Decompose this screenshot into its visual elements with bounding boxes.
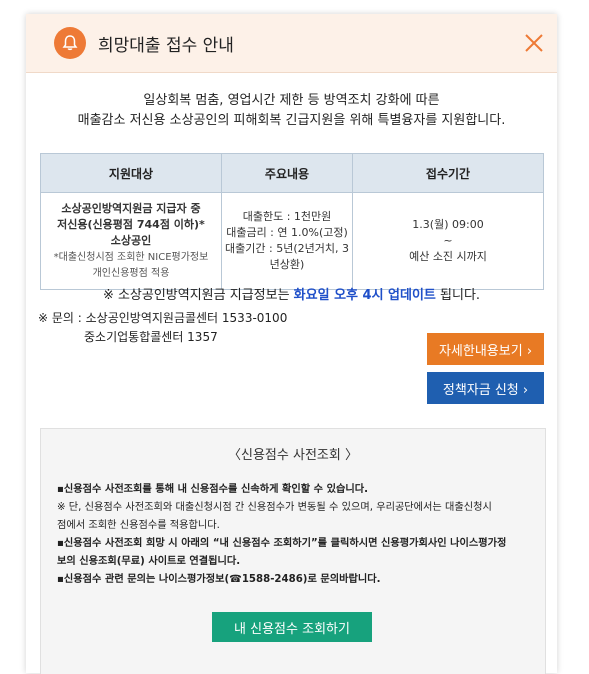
credit-line: ▪신용점수 사전조회 희망 시 아래의 “내 신용점수 조회하기”를 클릭하시면… xyxy=(57,538,507,549)
period-line: ~ xyxy=(443,234,453,247)
content-line: 대출한도 : 1천만원 xyxy=(242,210,332,223)
notice-highlight: 화요일 오후 4시 업데이트 xyxy=(293,288,436,303)
modal-header: 희망대출 접수 안내 xyxy=(26,14,557,73)
content-line: 년상환) xyxy=(269,258,305,271)
target-note: 개인신용평점 적용 xyxy=(92,268,170,279)
credit-line: ※ 단, 신용점수 사전조회와 대출신청시점 간 신용점수가 변동될 수 있으며… xyxy=(57,502,492,513)
header-content: 주요내용 xyxy=(221,153,353,193)
modal-title: 희망대출 접수 안내 xyxy=(98,36,234,56)
table-header-row: 지원대상 주요내용 접수기간 xyxy=(40,153,544,193)
contact-line: ※ 문의 : 소상공인방역지원금콜센터 1533-0100 xyxy=(38,311,288,325)
target-cell: 소상공인방역지원금 지급자 중 저신용(신용평점 744점 이하)* 소상공인 … xyxy=(40,192,222,290)
contact-line: 중소기업통합콜센터 1357 xyxy=(84,330,218,344)
target-line: 소상공인방역지원금 지급자 중 xyxy=(61,202,201,215)
period-line: 1.3(월) 09:00 xyxy=(412,218,484,231)
content-line: 대출금리 : 연 1.0%(고정) xyxy=(226,226,348,239)
credit-precheck-section: 〈신용점수 사전조회 〉 ▪신용점수 사전조회를 통해 내 신용점수를 신속하게… xyxy=(40,428,546,674)
check-credit-score-button[interactable]: 내 신용점수 조회하기 xyxy=(212,612,372,642)
credit-line: ▪신용점수 사전조회를 통해 내 신용점수를 신속하게 확인할 수 있습니다. xyxy=(57,484,368,495)
target-line: 저신용(신용평점 744점 이하)* xyxy=(57,218,205,231)
period-cell: 1.3(월) 09:00 ~ 예산 소진 시까지 xyxy=(352,192,544,290)
intro-line: 매출감소 저신용 소상공인의 피해회복 긴급지원을 위해 특별융자를 지원합니다… xyxy=(77,113,506,128)
intro-line: 일상회복 멈춤, 영업시간 제한 등 방역조치 강화에 따른 xyxy=(143,93,440,108)
bell-icon xyxy=(54,27,86,59)
content-cell: 대출한도 : 1천만원 대출금리 : 연 1.0%(고정) 대출기간 : 5년(… xyxy=(221,192,353,290)
close-icon[interactable] xyxy=(523,32,545,54)
credit-info-lines: ▪신용점수 사전조회를 통해 내 신용점수를 신속하게 확인할 수 있습니다. … xyxy=(57,481,537,589)
header-period: 접수기간 xyxy=(352,153,544,193)
notice-suffix: 됩니다. xyxy=(435,288,481,303)
update-notice: ※ 소상공인방역지원금 지급정보는 화요일 오후 4시 업데이트 됩니다. xyxy=(26,284,557,303)
target-note: *대출신청시점 조회한 NICE평가정보 xyxy=(53,252,209,263)
loan-info-table: 지원대상 주요내용 접수기간 소상공인방역지원금 지급자 중 저신용(신용평점 … xyxy=(40,153,544,290)
notice-prefix: ※ 소상공인방역지원금 지급정보는 xyxy=(102,288,294,303)
credit-section-title: 〈신용점수 사전조회 〉 xyxy=(228,448,358,463)
table-row: 소상공인방역지원금 지급자 중 저신용(신용평점 744점 이하)* 소상공인 … xyxy=(40,192,544,290)
credit-line: ▪신용점수 관련 문의는 나이스평가정보(☎1588-2486)로 문의바랍니다… xyxy=(57,574,381,585)
intro-text: 일상회복 멈춤, 영업시간 제한 등 방역조치 강화에 따른 매출감소 저신용 … xyxy=(26,91,557,131)
credit-line: 점에서 조회한 신용점수를 적용합니다. xyxy=(57,520,220,531)
period-line: 예산 소진 시까지 xyxy=(409,250,487,263)
credit-line: 보의 신용조회(무료) 사이트로 연결됩니다. xyxy=(57,556,241,567)
header-target: 지원대상 xyxy=(40,153,222,193)
contact-info: ※ 문의 : 소상공인방역지원금콜센터 1533-0100 중소기업통합콜센터 … xyxy=(38,309,287,347)
target-line: 소상공인 xyxy=(110,234,152,247)
policy-fund-apply-button[interactable]: 정책자금 신청 › xyxy=(427,372,544,404)
loan-notice-modal: 희망대출 접수 안내 일상회복 멈춤, 영업시간 제한 등 방역조치 강화에 따… xyxy=(26,14,557,674)
content-line: 대출기간 : 5년(2년거치, 3 xyxy=(225,242,349,255)
view-details-button[interactable]: 자세한내용보기 › xyxy=(427,333,544,365)
